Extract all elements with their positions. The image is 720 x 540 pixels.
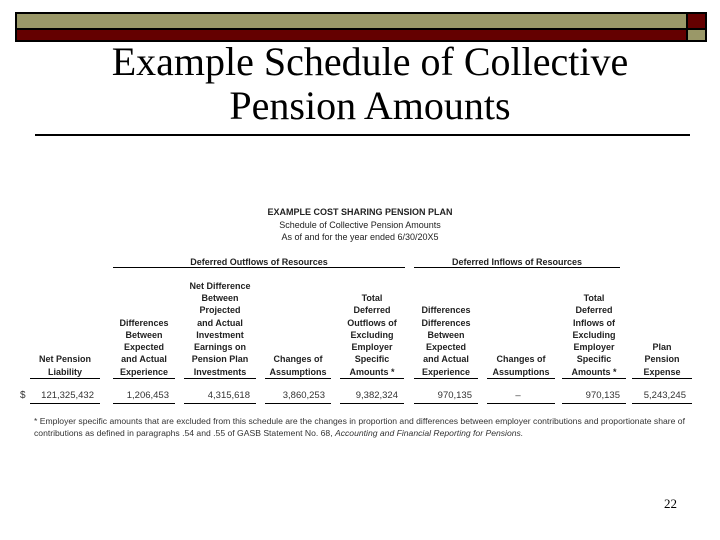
- column-header: Total Deferred Inflows of Excluding Empl…: [562, 280, 626, 379]
- column-header: Net Pension Liability: [30, 280, 100, 379]
- currency-symbol: $: [20, 390, 26, 401]
- footnote: * Employer specific amounts that are exc…: [34, 416, 685, 438]
- title-rule: [35, 134, 690, 136]
- column-value: 1,206,453: [113, 390, 175, 404]
- column-header: Differences Between Expected and Actual …: [113, 280, 175, 379]
- column-value: 121,325,432: [30, 390, 100, 404]
- title-line-1: Example Schedule of Collective: [111, 39, 629, 84]
- slide-title: Example Schedule of Collective Pension A…: [20, 40, 720, 128]
- column-header: Changes of Assumptions: [265, 280, 331, 379]
- column-header: Changes of Assumptions: [487, 280, 555, 379]
- column-value: 970,135: [414, 390, 478, 404]
- column-value: 3,860,253: [265, 390, 331, 404]
- table-period: As of and for the year ended 6/30/20X5: [281, 232, 439, 242]
- column-header: Differences Differences Between Expected…: [414, 280, 478, 379]
- column-header: Net Difference Between Projected and Act…: [184, 280, 256, 379]
- column-value: 5,243,245: [632, 390, 692, 404]
- group-outflows: Deferred Outflows of Resources: [113, 257, 405, 268]
- table-subtitle: Schedule of Collective Pension Amounts: [279, 220, 441, 230]
- plan-name: EXAMPLE COST SHARING PENSION PLAN: [267, 207, 453, 217]
- column-value: 4,315,618: [184, 390, 256, 404]
- column-value: 9,382,324: [340, 390, 404, 404]
- title-line-2: Pension Amounts: [229, 83, 511, 128]
- column-value: –: [487, 390, 555, 404]
- page-number: 22: [664, 496, 677, 511]
- column-header: Plan Pension Expense: [632, 280, 692, 379]
- column-header: Total Deferred Outflows of Excluding Emp…: [340, 280, 404, 379]
- group-inflows: Deferred Inflows of Resources: [414, 257, 620, 268]
- column-value: 970,135: [562, 390, 626, 404]
